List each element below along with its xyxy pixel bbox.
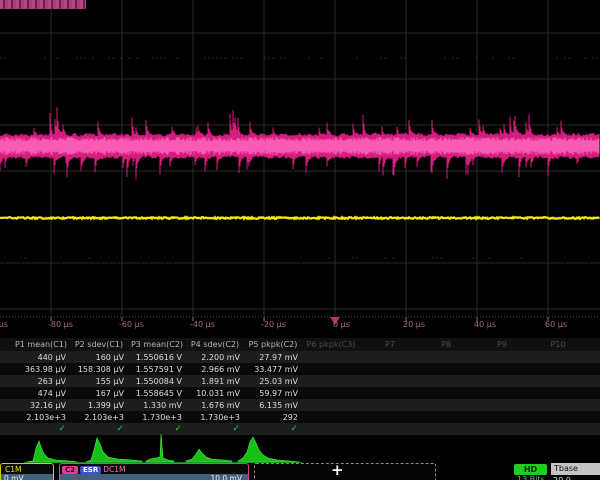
eres-badge: ESR — [80, 466, 101, 474]
time-axis-label: -100 µs — [0, 320, 8, 329]
bottom-bar: C1M 0 mV C2 ESR DC1M 10.0 mV + HD 13 Bit… — [0, 462, 600, 480]
measure-header-inactive[interactable]: P8 — [420, 340, 476, 349]
c2-volts-per-div: 10.0 mV — [60, 474, 248, 480]
measure-cell: 1.730e+3 — [186, 413, 244, 422]
measure-cell: 263 µV — [12, 377, 70, 386]
measure-histicon — [86, 438, 142, 462]
measure-cell: 10.031 mV — [186, 389, 244, 398]
channel-c1-descriptor[interactable]: C1M 0 mV — [0, 463, 54, 480]
measure-cell: 59.97 mV — [244, 389, 302, 398]
measurement-table: P1 mean(C1)P2 sdev(C1)P3 mean(C2)P4 sdev… — [0, 338, 600, 435]
measure-header-inactive[interactable]: P6 pkpk(C3) — [302, 340, 364, 349]
measure-cell: 2.966 mV — [186, 365, 244, 374]
measure-cell: 292 — [244, 413, 302, 422]
measure-cell: 160 µV — [70, 353, 128, 362]
measure-header-p5[interactable]: P5 pkpk(C2) — [244, 340, 302, 349]
measure-cell: 158.308 µV — [70, 365, 128, 374]
measure-cell: 33.477 mV — [244, 365, 302, 374]
time-axis-label: -60 µs — [119, 320, 144, 329]
measure-histicon — [146, 434, 174, 462]
oscilloscope-screen: -100 µs -80 µs -60 µs -40 µs -20 µs 0 µs 20 µs… — [0, 0, 600, 480]
measure-header-p4[interactable]: P4 sdev(C2) — [186, 340, 244, 349]
c1-coupling-label: C1M — [3, 466, 21, 474]
graticule — [0, 0, 600, 321]
measure-cell: 167 µV — [70, 389, 128, 398]
measure-histicon — [186, 449, 232, 462]
trace-label-fragment[interactable] — [0, 0, 86, 9]
waveform-canvas — [0, 0, 600, 334]
measure-header-inactive[interactable]: P7 — [364, 340, 420, 349]
c2-tag: C2 — [62, 466, 78, 474]
channel-c2-descriptor[interactable]: C2 ESR DC1M 10.0 mV — [59, 463, 249, 480]
measure-cell: 1.330 mV — [128, 401, 186, 410]
measure-cell: 2.103e+3 — [12, 413, 70, 422]
measure-histicon — [26, 441, 78, 462]
measure-histicon — [238, 437, 300, 462]
measure-cell: 6.135 mV — [244, 401, 302, 410]
time-axis-label: -40 µs — [190, 320, 215, 329]
measure-header-p3[interactable]: P3 mean(C2) — [128, 340, 186, 349]
measure-cell: 1.730e+3 — [128, 413, 186, 422]
measure-cell: 1.891 mV — [186, 377, 244, 386]
measure-cell: 2.103e+3 — [70, 413, 128, 422]
empty-descriptor-slot[interactable] — [254, 463, 436, 480]
measure-cell: 25.03 mV — [244, 377, 302, 386]
measure-cell: 1.399 µV — [70, 401, 128, 410]
measure-cell: 1.550616 V — [128, 353, 186, 362]
mouse-cursor-crosshair: + — [331, 461, 344, 479]
time-axis-label: 0 µs — [333, 320, 350, 329]
time-axis-label: 40 µs — [474, 320, 496, 329]
time-axis-label: -20 µs — [261, 320, 286, 329]
time-axis-label: 60 µs — [545, 320, 567, 329]
measure-cell: 440 µV — [12, 353, 70, 362]
measure-cell: 1.557591 V — [128, 365, 186, 374]
measure-cell: 1.676 mV — [186, 401, 244, 410]
measure-cell: 1.558645 V — [128, 389, 186, 398]
measure-cell: 2.200 mV — [186, 353, 244, 362]
waveform-display[interactable]: -100 µs -80 µs -60 µs -40 µs -20 µs 0 µs 20 µs… — [0, 0, 600, 334]
resolution-bits-label: 13 Bits — [517, 475, 545, 480]
time-axis-label: -80 µs — [48, 320, 73, 329]
measure-cell: 27.97 mV — [244, 353, 302, 362]
measure-header-p2[interactable]: P2 sdev(C1) — [70, 340, 128, 349]
measure-histicons — [0, 432, 600, 464]
measure-cell: 363.98 µV — [12, 365, 70, 374]
measure-header-inactive[interactable]: P10 — [532, 340, 588, 349]
time-axis-label: 20 µs — [403, 320, 425, 329]
timebase-value: 20.0 — [553, 476, 571, 480]
measure-cell: 1.550084 V — [128, 377, 186, 386]
measure-cell: 155 µV — [70, 377, 128, 386]
c2-coupling-label: DC1M — [103, 466, 125, 474]
timebase-descriptor[interactable]: Tbase — [551, 463, 600, 475]
measure-header-inactive[interactable]: P9 — [476, 340, 532, 349]
c1-volts-per-div: 0 mV — [1, 474, 53, 480]
measure-header-p1[interactable]: P1 mean(C1) — [12, 340, 70, 349]
measure-cell: 474 µV — [12, 389, 70, 398]
hd-mode-badge[interactable]: HD — [514, 464, 547, 475]
measure-cell: 32.16 µV — [12, 401, 70, 410]
